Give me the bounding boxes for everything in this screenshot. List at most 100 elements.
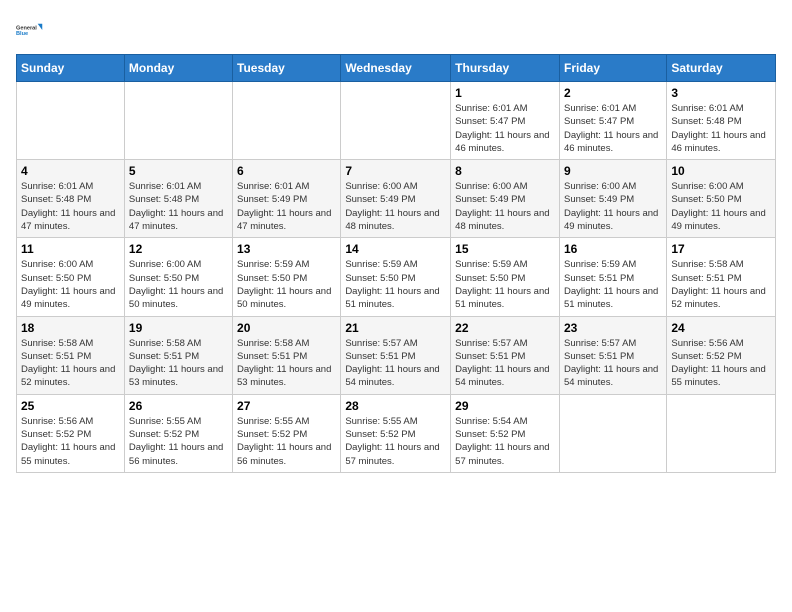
calendar-cell: 18 Sunrise: 5:58 AM Sunset: 5:51 PM Dayli… [17, 316, 125, 394]
day-number: 3 [671, 86, 771, 100]
calendar-cell: 16 Sunrise: 5:59 AM Sunset: 5:51 PM Dayli… [559, 238, 666, 316]
calendar-cell: 10 Sunrise: 6:00 AM Sunset: 5:50 PM Dayli… [667, 160, 776, 238]
calendar-cell: 22 Sunrise: 5:57 AM Sunset: 5:51 PM Dayli… [451, 316, 560, 394]
day-header: Monday [124, 55, 232, 82]
calendar-cell: 29 Sunrise: 5:54 AM Sunset: 5:52 PM Dayli… [451, 394, 560, 472]
day-info: Sunrise: 5:57 AM Sunset: 5:51 PM Dayligh… [455, 337, 555, 390]
day-header: Thursday [451, 55, 560, 82]
calendar-cell: 6 Sunrise: 6:01 AM Sunset: 5:49 PM Daylig… [233, 160, 341, 238]
day-number: 21 [345, 321, 446, 335]
calendar-cell [124, 82, 232, 160]
calendar-cell [667, 394, 776, 472]
calendar-cell [341, 82, 451, 160]
day-number: 13 [237, 242, 336, 256]
calendar-cell [17, 82, 125, 160]
calendar-cell: 5 Sunrise: 6:01 AM Sunset: 5:48 PM Daylig… [124, 160, 232, 238]
day-info: Sunrise: 5:58 AM Sunset: 5:51 PM Dayligh… [237, 337, 336, 390]
day-number: 12 [129, 242, 228, 256]
calendar-cell [233, 82, 341, 160]
day-number: 15 [455, 242, 555, 256]
day-info: Sunrise: 5:57 AM Sunset: 5:51 PM Dayligh… [564, 337, 662, 390]
calendar-table: SundayMondayTuesdayWednesdayThursdayFrid… [16, 54, 776, 473]
calendar-cell: 23 Sunrise: 5:57 AM Sunset: 5:51 PM Dayli… [559, 316, 666, 394]
day-info: Sunrise: 5:55 AM Sunset: 5:52 PM Dayligh… [237, 415, 336, 468]
day-info: Sunrise: 5:54 AM Sunset: 5:52 PM Dayligh… [455, 415, 555, 468]
day-number: 29 [455, 399, 555, 413]
calendar-cell: 2 Sunrise: 6:01 AM Sunset: 5:47 PM Daylig… [559, 82, 666, 160]
calendar-cell: 17 Sunrise: 5:58 AM Sunset: 5:51 PM Dayli… [667, 238, 776, 316]
day-info: Sunrise: 6:01 AM Sunset: 5:48 PM Dayligh… [129, 180, 228, 233]
day-info: Sunrise: 5:58 AM Sunset: 5:51 PM Dayligh… [671, 258, 771, 311]
day-header: Saturday [667, 55, 776, 82]
day-info: Sunrise: 6:01 AM Sunset: 5:48 PM Dayligh… [671, 102, 771, 155]
calendar-cell: 20 Sunrise: 5:58 AM Sunset: 5:51 PM Dayli… [233, 316, 341, 394]
day-info: Sunrise: 6:00 AM Sunset: 5:50 PM Dayligh… [671, 180, 771, 233]
calendar-cell: 1Sunrise: 6:01 AM Sunset: 5:47 PM Daylig… [451, 82, 560, 160]
day-header: Friday [559, 55, 666, 82]
day-info: Sunrise: 6:01 AM Sunset: 5:49 PM Dayligh… [237, 180, 336, 233]
calendar-cell: 24Sunrise: 5:56 AM Sunset: 5:52 PM Dayli… [667, 316, 776, 394]
day-number: 6 [237, 164, 336, 178]
day-header: Sunday [17, 55, 125, 82]
day-info: Sunrise: 6:01 AM Sunset: 5:47 PM Dayligh… [455, 102, 555, 155]
day-number: 8 [455, 164, 555, 178]
day-number: 26 [129, 399, 228, 413]
calendar-week-row: 11 Sunrise: 6:00 AM Sunset: 5:50 PM Dayli… [17, 238, 776, 316]
calendar-week-row: 25Sunrise: 5:56 AM Sunset: 5:52 PM Dayli… [17, 394, 776, 472]
day-info: Sunrise: 5:59 AM Sunset: 5:50 PM Dayligh… [237, 258, 336, 311]
day-info: Sunrise: 6:00 AM Sunset: 5:49 PM Dayligh… [455, 180, 555, 233]
day-info: Sunrise: 5:58 AM Sunset: 5:51 PM Dayligh… [129, 337, 228, 390]
day-number: 28 [345, 399, 446, 413]
calendar-cell: 28 Sunrise: 5:55 AM Sunset: 5:52 PM Dayli… [341, 394, 451, 472]
day-info: Sunrise: 6:01 AM Sunset: 5:48 PM Dayligh… [21, 180, 120, 233]
day-number: 11 [21, 242, 120, 256]
day-info: Sunrise: 5:58 AM Sunset: 5:51 PM Dayligh… [21, 337, 120, 390]
day-info: Sunrise: 6:01 AM Sunset: 5:47 PM Dayligh… [564, 102, 662, 155]
calendar-week-row: 18 Sunrise: 5:58 AM Sunset: 5:51 PM Dayli… [17, 316, 776, 394]
day-number: 7 [345, 164, 446, 178]
day-info: Sunrise: 5:55 AM Sunset: 5:52 PM Dayligh… [129, 415, 228, 468]
day-info: Sunrise: 5:59 AM Sunset: 5:51 PM Dayligh… [564, 258, 662, 311]
calendar-cell: 9Sunrise: 6:00 AM Sunset: 5:49 PM Daylig… [559, 160, 666, 238]
day-number: 24 [671, 321, 771, 335]
day-number: 27 [237, 399, 336, 413]
calendar-cell: 27 Sunrise: 5:55 AM Sunset: 5:52 PM Dayli… [233, 394, 341, 472]
calendar-cell: 14Sunrise: 5:59 AM Sunset: 5:50 PM Dayli… [341, 238, 451, 316]
calendar-cell: 21Sunrise: 5:57 AM Sunset: 5:51 PM Dayli… [341, 316, 451, 394]
calendar-header-row: SundayMondayTuesdayWednesdayThursdayFrid… [17, 55, 776, 82]
day-info: Sunrise: 6:00 AM Sunset: 5:50 PM Dayligh… [21, 258, 120, 311]
day-number: 10 [671, 164, 771, 178]
day-number: 5 [129, 164, 228, 178]
header: GeneralBlue [16, 16, 776, 44]
calendar-cell: 15 Sunrise: 5:59 AM Sunset: 5:50 PM Dayli… [451, 238, 560, 316]
svg-text:Blue: Blue [16, 31, 28, 37]
day-number: 9 [564, 164, 662, 178]
calendar-cell: 7 Sunrise: 6:00 AM Sunset: 5:49 PM Daylig… [341, 160, 451, 238]
day-number: 17 [671, 242, 771, 256]
day-number: 22 [455, 321, 555, 335]
calendar-cell: 25Sunrise: 5:56 AM Sunset: 5:52 PM Dayli… [17, 394, 125, 472]
day-header: Tuesday [233, 55, 341, 82]
day-info: Sunrise: 6:00 AM Sunset: 5:50 PM Dayligh… [129, 258, 228, 311]
day-number: 2 [564, 86, 662, 100]
calendar-week-row: 1Sunrise: 6:01 AM Sunset: 5:47 PM Daylig… [17, 82, 776, 160]
day-info: Sunrise: 5:59 AM Sunset: 5:50 PM Dayligh… [345, 258, 446, 311]
calendar-cell: 13 Sunrise: 5:59 AM Sunset: 5:50 PM Dayli… [233, 238, 341, 316]
day-number: 19 [129, 321, 228, 335]
logo: GeneralBlue [16, 16, 44, 44]
day-info: Sunrise: 5:59 AM Sunset: 5:50 PM Dayligh… [455, 258, 555, 311]
day-header: Wednesday [341, 55, 451, 82]
calendar-cell: 3 Sunrise: 6:01 AM Sunset: 5:48 PM Daylig… [667, 82, 776, 160]
day-number: 16 [564, 242, 662, 256]
day-info: Sunrise: 5:55 AM Sunset: 5:52 PM Dayligh… [345, 415, 446, 468]
day-number: 4 [21, 164, 120, 178]
day-number: 20 [237, 321, 336, 335]
day-number: 25 [21, 399, 120, 413]
calendar-cell: 8 Sunrise: 6:00 AM Sunset: 5:49 PM Daylig… [451, 160, 560, 238]
calendar-cell: 26 Sunrise: 5:55 AM Sunset: 5:52 PM Dayli… [124, 394, 232, 472]
day-info: Sunrise: 6:00 AM Sunset: 5:49 PM Dayligh… [345, 180, 446, 233]
day-number: 18 [21, 321, 120, 335]
day-number: 23 [564, 321, 662, 335]
calendar-cell: 12 Sunrise: 6:00 AM Sunset: 5:50 PM Dayli… [124, 238, 232, 316]
calendar-cell [559, 394, 666, 472]
